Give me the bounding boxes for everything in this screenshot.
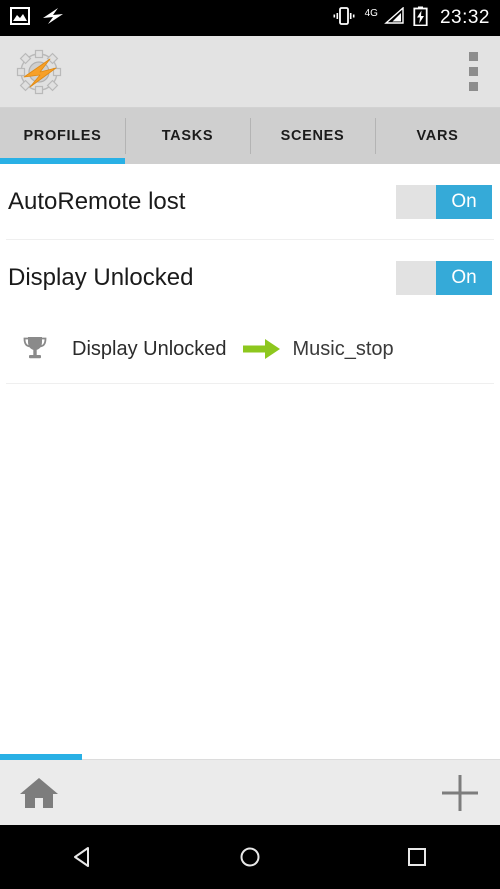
home-icon[interactable] xyxy=(18,775,60,811)
trophy-icon xyxy=(20,334,50,364)
profile-name: AutoRemote lost xyxy=(8,187,186,215)
bottom-accent-strip xyxy=(0,754,82,760)
phone-screen: 4G 23:32 PROFILES TASKS SCENES VARS Auto… xyxy=(0,0,500,889)
profile-list: AutoRemote lost On Display Unlocked On D… xyxy=(0,164,500,384)
profile-toggle[interactable]: On xyxy=(396,260,492,295)
overflow-menu-icon[interactable] xyxy=(463,46,484,97)
android-nav-bar xyxy=(0,825,500,889)
tab-bar: PROFILES TASKS SCENES VARS xyxy=(0,108,500,164)
battery-charging-icon xyxy=(413,6,428,31)
profile-row[interactable]: AutoRemote lost On xyxy=(0,164,500,239)
profile-row[interactable]: Display Unlocked On xyxy=(0,240,500,315)
vibrate-icon xyxy=(332,6,356,30)
profile-toggle-label: On xyxy=(436,184,492,219)
profile-toggle[interactable]: On xyxy=(396,184,492,219)
tasker-logo-icon[interactable] xyxy=(16,49,62,95)
list-divider xyxy=(6,383,494,384)
tab-scenes[interactable]: SCENES xyxy=(250,108,375,164)
tab-vars[interactable]: VARS xyxy=(375,108,500,164)
status-bar: 4G 23:32 xyxy=(0,0,500,36)
tab-profiles[interactable]: PROFILES xyxy=(0,108,125,164)
signal-4g-icon xyxy=(384,6,404,29)
plus-icon[interactable] xyxy=(438,771,482,815)
profile-name: Display Unlocked xyxy=(8,263,194,291)
profile-detail-row[interactable]: Display Unlocked Music_stop xyxy=(0,315,500,383)
back-triangle-icon[interactable] xyxy=(62,836,104,878)
app-bar xyxy=(0,36,500,108)
profile-toggle-label: On xyxy=(436,260,492,295)
status-bar-left-icons xyxy=(10,6,64,31)
tasker-bolt-icon xyxy=(42,6,64,31)
home-circle-icon[interactable] xyxy=(229,836,271,878)
profile-context-label: Display Unlocked xyxy=(72,337,227,360)
overflow-dot xyxy=(469,82,478,91)
overflow-dot xyxy=(469,52,478,61)
green-arrow-icon xyxy=(242,337,281,361)
overflow-dot xyxy=(469,67,478,76)
bottom-action-bar xyxy=(0,754,500,825)
status-bar-clock: 23:32 xyxy=(439,7,490,28)
profile-task-label[interactable]: Music_stop xyxy=(293,338,394,361)
image-icon xyxy=(10,6,30,30)
status-bar-right-icons: 4G 23:32 xyxy=(332,6,490,31)
tab-tasks[interactable]: TASKS xyxy=(125,108,250,164)
network-type-label: 4G xyxy=(364,7,378,19)
recents-square-icon[interactable] xyxy=(396,836,438,878)
